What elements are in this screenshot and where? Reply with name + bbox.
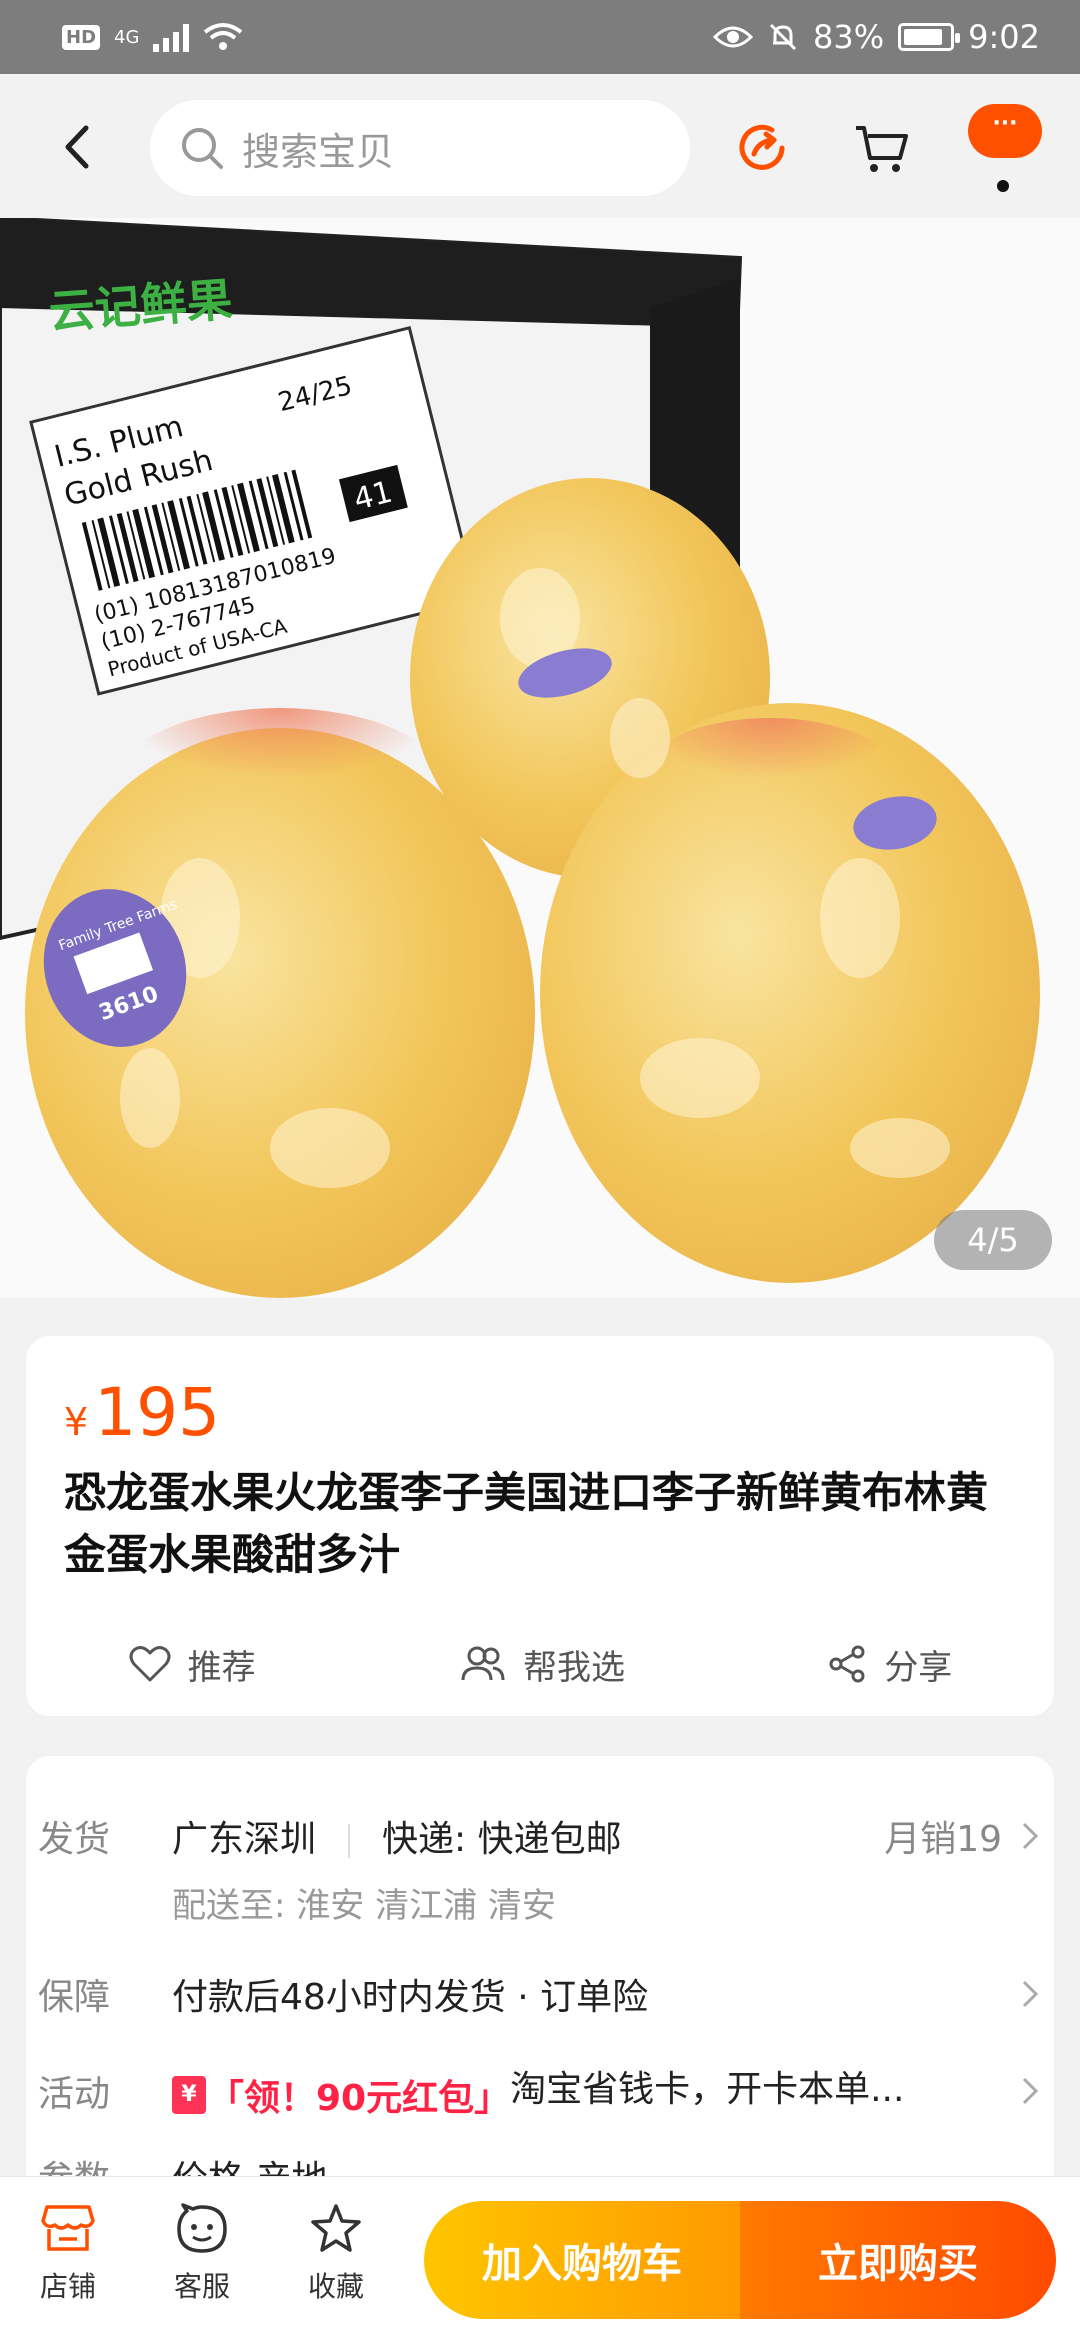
- guarantee-row[interactable]: 保障 付款后48小时内发货 · 订单险: [38, 1968, 1050, 2020]
- wifi-icon: [204, 23, 243, 50]
- battery-icon: [898, 23, 961, 51]
- bottom-action-bar: 店铺 客服 收藏 加入购物车 立即购买: [0, 2176, 1080, 2340]
- product-actions: 推荐 帮我选 分享: [26, 1624, 1054, 1704]
- chevron-right-icon: [1022, 1822, 1039, 1850]
- price-value: 195: [94, 1374, 221, 1451]
- monthly-sales: 月销19: [884, 1819, 1002, 1860]
- product-title: 恐龙蛋水果火龙蛋李子美国进口李子新鲜黄布林黄金蛋水果酸甜多汁: [64, 1468, 989, 1579]
- favorite-label: 收藏: [307, 2270, 364, 2303]
- guarantee-label: 保障: [38, 1977, 111, 2018]
- price: ¥ 195: [64, 1374, 220, 1451]
- customer-service-icon: [177, 2203, 227, 2253]
- promo-value: ¥ 「领！90元红包」 淘宝省钱卡，开卡本单...: [172, 2060, 1010, 2121]
- status-left: HD 4G: [62, 22, 243, 52]
- red-packet-text: 「领！90元红包」: [208, 2078, 511, 2119]
- red-packet-icon: ¥: [172, 2076, 206, 2114]
- back-arrow-icon[interactable]: [54, 122, 104, 172]
- promo-row[interactable]: 活动 ¥ 「领！90元红包」 淘宝省钱卡，开卡本单...: [38, 2060, 1050, 2121]
- recommend-label: 推荐: [187, 1647, 256, 1688]
- divider: [348, 1824, 351, 1858]
- share-icon: [829, 1645, 865, 1683]
- signal-icon: [153, 22, 190, 52]
- share-label: 分享: [884, 1647, 953, 1688]
- battery-percent: 83%: [813, 18, 885, 56]
- chevron-right-icon: [1022, 1980, 1039, 2008]
- hd-badge: HD: [62, 24, 101, 50]
- product-gallery[interactable]: 云记鲜果 I.S. Plum Gold Rush 24/25 (01) 1081…: [0, 218, 1080, 1298]
- price-currency: ¥: [64, 1400, 89, 1444]
- status-bar: HD 4G 83% 9:02: [0, 0, 1080, 74]
- red-packet-tag: ¥ 「领！90元红包」: [172, 2069, 510, 2121]
- service-label: 客服: [173, 2270, 230, 2303]
- image-pager: 4/5: [934, 1210, 1052, 1270]
- cart-icon[interactable]: [852, 118, 912, 178]
- more-menu-button[interactable]: ···: [968, 104, 1042, 158]
- ship-from: 广东深圳: [172, 1819, 317, 1860]
- search-placeholder: 搜索宝贝: [242, 129, 395, 174]
- recommend-button[interactable]: 推荐: [128, 1640, 256, 1689]
- shop-label: 店铺: [39, 2270, 96, 2303]
- share-circle-icon[interactable]: [734, 118, 794, 178]
- clock: 9:02: [968, 18, 1040, 56]
- notification-dot: [997, 180, 1009, 192]
- search-bar[interactable]: 搜索宝贝: [150, 100, 690, 196]
- top-nav: 搜索宝贝 ···: [0, 74, 1080, 218]
- promo-text: 淘宝省钱卡，开卡本单...: [510, 2069, 905, 2110]
- mute-bell-icon: [769, 23, 797, 51]
- shipping-label: 发货: [38, 1819, 111, 1860]
- shipping-row[interactable]: 发货 广东深圳 快递: 快递包邮 月销19: [38, 1810, 1050, 1862]
- product-summary-card: ¥ 195 恐龙蛋水果火龙蛋李子美国进口李子新鲜黄布林黄金蛋水果酸甜多汁 推荐 …: [26, 1336, 1054, 1716]
- deliver-to: 配送至: 淮安 清江浦 清安: [172, 1886, 556, 1926]
- guarantee-value: 付款后48小时内发货 · 订单险: [172, 1977, 649, 2018]
- service-tab[interactable]: 客服: [152, 2203, 252, 2305]
- shop-tab[interactable]: 店铺: [18, 2203, 118, 2305]
- status-right: 83% 9:02: [713, 18, 1040, 56]
- help-choose-label: 帮我选: [522, 1647, 625, 1688]
- share-button[interactable]: 分享: [828, 1640, 952, 1689]
- help-choose-button[interactable]: 帮我选: [459, 1640, 625, 1689]
- delivery-method: 快递: 快递包邮: [382, 1819, 622, 1860]
- buy-now-button[interactable]: 立即购买: [740, 2201, 1056, 2319]
- chevron-right-icon: [1022, 2077, 1039, 2104]
- people-icon: [461, 1646, 505, 1681]
- network-type: 4G: [114, 26, 140, 48]
- heart-icon: [129, 1646, 171, 1682]
- favorite-tab[interactable]: 收藏: [286, 2203, 386, 2305]
- promo-label: 活动: [38, 2073, 111, 2115]
- product-image: 云记鲜果 I.S. Plum Gold Rush 24/25 (01) 1081…: [0, 218, 1080, 1298]
- search-icon: [182, 128, 223, 169]
- star-icon: [311, 2204, 361, 2252]
- shop-icon: [41, 2205, 95, 2251]
- add-to-cart-button[interactable]: 加入购物车: [424, 2201, 740, 2319]
- shipping-value: 广东深圳 快递: 快递包邮: [172, 1810, 884, 1862]
- eye-icon: [713, 26, 754, 48]
